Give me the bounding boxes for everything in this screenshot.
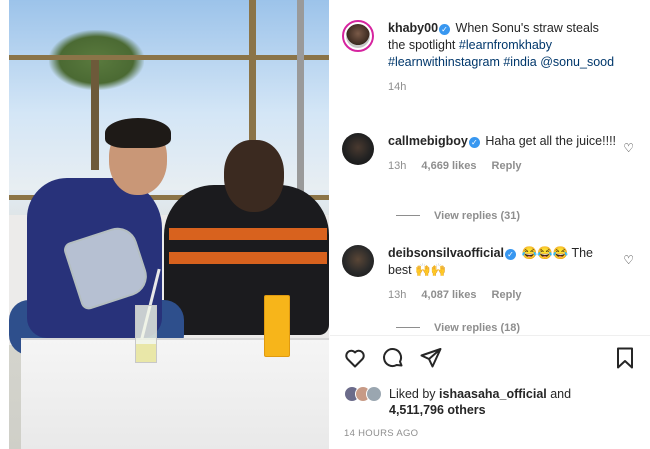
comment-time[interactable]: 13h: [388, 160, 406, 172]
jacket-stripe-1: [169, 228, 327, 240]
actions-divider: [330, 335, 650, 336]
comment-likes[interactable]: 4,087 likes: [421, 289, 476, 301]
likes-summary: Liked by ishaasaha_official and 4,511,79…: [344, 386, 619, 418]
view-replies-button[interactable]: View replies (18): [396, 322, 520, 334]
post-timestamp[interactable]: 14 HOURS AGO: [344, 428, 418, 439]
verified-badge-icon: ✓: [505, 249, 517, 260]
comment-likes[interactable]: 4,669 likes: [421, 160, 476, 172]
commenter-avatar[interactable]: [342, 133, 374, 165]
bookmark-icon[interactable]: [612, 346, 638, 372]
comment-time[interactable]: 13h: [388, 289, 406, 301]
post-photo[interactable]: [9, 0, 329, 449]
heart-icon[interactable]: [342, 346, 368, 372]
verified-badge-icon: ✓: [468, 137, 480, 148]
view-replies-label: View replies (31): [434, 210, 521, 222]
likes-count-others[interactable]: 4,511,796 others: [389, 403, 486, 417]
comment-item: callmebigboy ✓ Haha get all the juice!!!!…: [342, 133, 618, 175]
hashtag-link[interactable]: #india: [503, 55, 536, 69]
author-username[interactable]: khaby00: [388, 21, 438, 35]
jacket-stripe-2: [169, 252, 327, 264]
comment-like-heart-icon[interactable]: ♡: [623, 141, 634, 155]
replies-line-divider: [396, 327, 420, 328]
liker-avatar[interactable]: [366, 386, 382, 402]
window-frame-post-right: [297, 0, 304, 200]
commenter-avatar[interactable]: [342, 245, 374, 277]
liked-by-prefix: Liked by: [389, 387, 436, 401]
paper-plane-icon[interactable]: [418, 346, 444, 372]
comment-emoji: 🙌🙌: [415, 263, 447, 277]
mention-link[interactable]: @sonu_sood: [540, 55, 614, 69]
window-frame-top: [9, 55, 329, 60]
photo-person-right-head: [224, 140, 284, 212]
hashtag-link[interactable]: #learnfromkhaby: [459, 38, 552, 52]
liked-by-connector: and: [550, 387, 572, 401]
comment-item: deibsonsilvaofficial ✓ 😂😂😂 The best 🙌🙌 13…: [342, 245, 618, 304]
caption-time[interactable]: 14h: [388, 81, 406, 93]
comment-like-heart-icon[interactable]: ♡: [623, 253, 634, 267]
post-action-bar: [342, 346, 638, 372]
hashtag-link[interactable]: #learnwithinstagram: [388, 55, 500, 69]
view-replies-label: View replies (18): [434, 322, 521, 334]
post-side-panel: khaby00 ✓ When Sonu's straw steals the sp…: [330, 0, 650, 449]
liker-username[interactable]: ishaasaha_official: [439, 387, 547, 401]
reply-button[interactable]: Reply: [492, 289, 522, 301]
comment-bubble-icon[interactable]: [380, 346, 406, 372]
photo-palm-trunk: [91, 60, 99, 170]
commenter-username[interactable]: deibsonsilvaofficial: [388, 246, 504, 260]
replies-line-divider: [396, 215, 420, 216]
post-caption: khaby00 ✓ When Sonu's straw steals the sp…: [342, 20, 618, 96]
author-avatar[interactable]: [342, 20, 374, 52]
photo-person-left-hair: [105, 118, 171, 148]
photo-glass-left: [135, 305, 157, 363]
verified-badge-icon: ✓: [439, 24, 451, 35]
comment-text: Haha get all the juice!!!!: [485, 134, 617, 148]
commenter-username[interactable]: callmebigboy: [388, 134, 468, 148]
reply-button[interactable]: Reply: [492, 160, 522, 172]
view-replies-button[interactable]: View replies (31): [396, 210, 520, 222]
photo-glass-orange-juice: [264, 295, 290, 357]
